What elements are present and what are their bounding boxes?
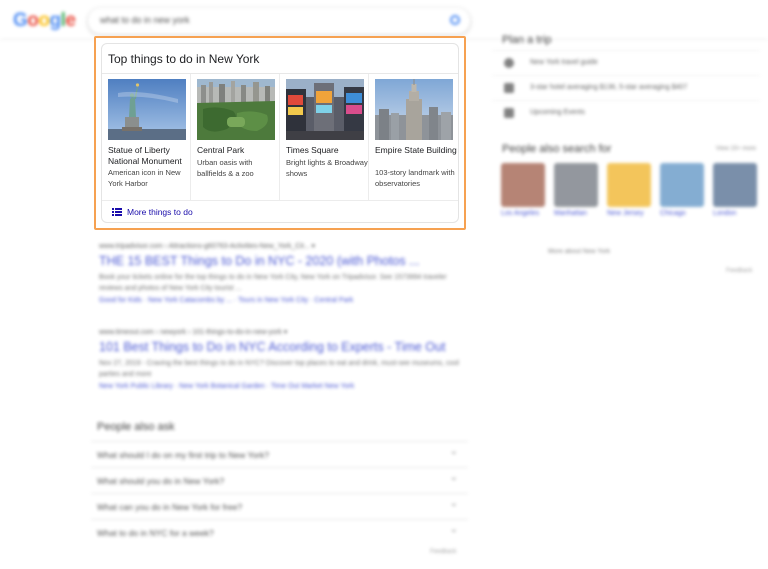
result-snippet: Nov 27, 2019 - Craving the best things t… (99, 360, 459, 378)
attraction-name: Times Square (286, 145, 339, 155)
plan-item[interactable]: 3-star hotel averaging $136, 5-star aver… (492, 75, 760, 100)
attraction-desc: Urban oasis with ballfields & a zoo (197, 158, 254, 178)
people-also-ask: People also ask What should I do on my f… (91, 413, 468, 545)
city-photo (554, 163, 598, 207)
paa-question[interactable]: What should you do in New York? (91, 467, 468, 493)
paa-question[interactable]: What should I do on my first trip to New… (91, 441, 468, 467)
plan-item-label: New York travel guide (530, 59, 598, 66)
result-url[interactable]: www.timeout.com › newyork › 101-things-t… (99, 328, 469, 336)
result-url[interactable]: www.tripadvisor.com › Attractions-g60763… (99, 242, 469, 250)
city-thumbnails: Los Angeles Manhattan New Jersey Chicago… (501, 163, 761, 243)
attraction-central-park[interactable]: Central Park Urban oasis with ballfields… (191, 74, 280, 200)
top-things-card: Top things to do in New York Statue of L… (101, 43, 459, 223)
empire-state-building-photo (375, 79, 453, 140)
attraction-desc: American icon in New York Harbor (108, 168, 181, 188)
globe-icon (504, 58, 514, 68)
result-sitelinks[interactable]: Good for Kids · New York Catacombs by ..… (99, 297, 469, 304)
knowledge-panel: Plan a trip New York travel guide 3-star… (492, 30, 760, 255)
city-photo (713, 163, 757, 207)
plan-item-label: Upcoming Events (530, 109, 585, 116)
plan-item[interactable]: New York travel guide (492, 50, 760, 75)
attraction-desc: 103-story landmark with observatories (375, 168, 455, 188)
city-name: Chicago (660, 210, 686, 217)
more-things-label: More things to do (127, 207, 193, 217)
plan-item[interactable]: Upcoming Events (492, 100, 760, 125)
central-park-photo (197, 79, 275, 140)
search-result: www.tripadvisor.com › Attractions-g60763… (99, 242, 469, 304)
attraction-statue-of-liberty[interactable]: Statue of Liberty National Monument Amer… (102, 74, 191, 200)
plan-item-label: 3-star hotel averaging $136, 5-star aver… (530, 84, 688, 91)
card-title: Top things to do in New York (108, 52, 260, 66)
search-query-text: what to do in new york (100, 15, 190, 25)
search-result: www.timeout.com › newyork › 101-things-t… (99, 328, 469, 390)
logo-letter: o (38, 10, 50, 31)
attraction-name: Central Park (197, 145, 245, 155)
city-card[interactable]: New Jersey (607, 163, 651, 217)
times-square-photo (286, 79, 364, 140)
paa-heading: People also ask (97, 421, 175, 433)
attraction-desc: Bright lights & Broadway shows (286, 158, 368, 178)
city-name: London (713, 210, 737, 217)
google-logo[interactable]: Google (13, 10, 76, 32)
top-things-card-highlight: Top things to do in New York Statue of L… (94, 36, 466, 230)
result-title-link[interactable]: THE 15 BEST Things to Do in NYC - 2020 (… (99, 254, 469, 268)
search-icon[interactable] (450, 15, 460, 25)
logo-letter: o (27, 10, 39, 31)
attraction-times-square[interactable]: Times Square Bright lights & Broadway sh… (280, 74, 369, 200)
more-things-to-do-button[interactable]: More things to do (102, 200, 458, 223)
calendar-icon (504, 108, 514, 118)
attraction-name: Statue of Liberty National Monument (108, 145, 182, 166)
logo-letter: G (13, 10, 28, 31)
city-card[interactable]: Chicago (660, 163, 704, 217)
attraction-name: Empire State Building (375, 145, 457, 155)
paa-question[interactable]: What can you do in New York for free? (91, 493, 468, 519)
result-sitelinks[interactable]: New York Public Library · New York Botan… (99, 383, 469, 390)
people-also-search: People also search for View 15+ more Los… (492, 143, 760, 255)
city-card[interactable]: Manhattan (554, 163, 598, 217)
paa-question[interactable]: What to do in NYC for a week? (91, 519, 468, 545)
city-photo (660, 163, 704, 207)
plan-trip-heading: Plan a trip (502, 34, 552, 46)
logo-letter: e (65, 10, 76, 31)
logo-letter: g (49, 10, 62, 31)
list-icon (112, 208, 122, 216)
city-photo (501, 163, 545, 207)
city-card[interactable]: London (713, 163, 757, 217)
panel-feedback-link[interactable]: Feedback (726, 268, 752, 274)
attraction-empire-state-building[interactable]: Empire State Building 103-story landmark… (369, 74, 458, 200)
paa-feedback-link[interactable]: Feedback (430, 549, 456, 555)
more-about-link[interactable]: More about New York (548, 248, 610, 255)
city-name: Los Angeles (501, 210, 540, 217)
city-photo (607, 163, 651, 207)
search-input[interactable]: what to do in new york (88, 8, 470, 34)
statue-of-liberty-photo (108, 79, 186, 140)
city-card[interactable]: Los Angeles (501, 163, 545, 217)
city-name: Manhattan (554, 210, 588, 217)
view-more-link[interactable]: View 15+ more (716, 146, 756, 152)
result-title-link[interactable]: 101 Best Things to Do in NYC According t… (99, 340, 469, 354)
city-name: New Jersey (607, 210, 644, 217)
attractions-carousel: Statue of Liberty National Monument Amer… (102, 74, 458, 200)
bed-icon (504, 83, 514, 93)
result-snippet: Book your tickets online for the top thi… (99, 274, 447, 292)
